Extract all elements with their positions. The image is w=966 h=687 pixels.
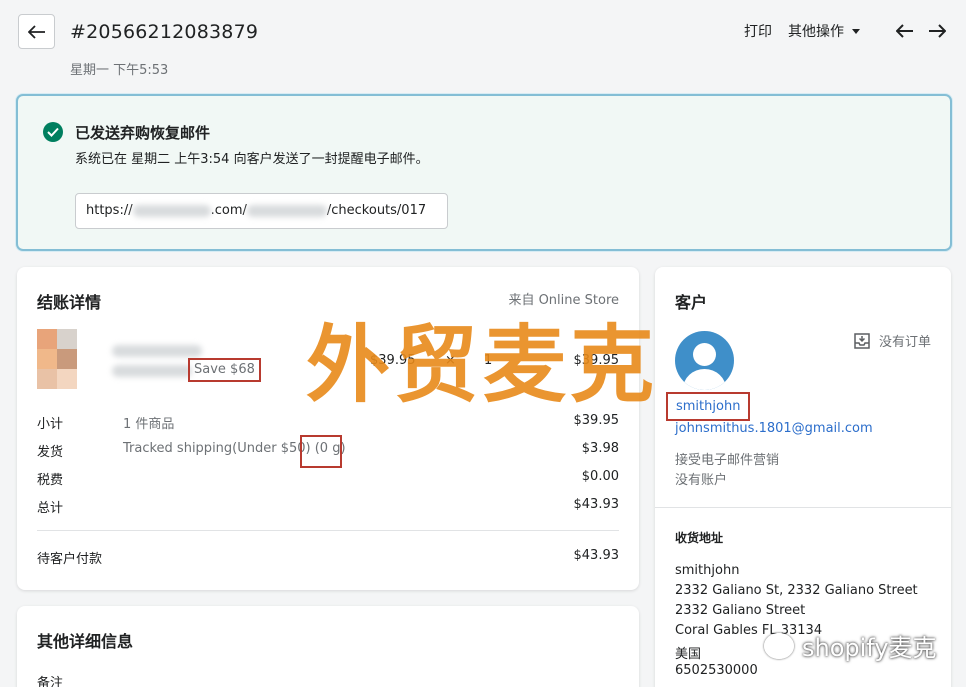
discount-save-label: Save $68 bbox=[188, 358, 261, 382]
customer-card-title: 客户 bbox=[675, 293, 708, 312]
arrow-left-icon bbox=[896, 24, 913, 38]
amount-due-row: 待客户付款 $43.93 bbox=[37, 548, 620, 567]
notes-row: 备注 bbox=[37, 672, 619, 687]
account-status: 没有账户 bbox=[675, 473, 728, 488]
order-timestamp: 星期一 下午5:53 bbox=[70, 63, 169, 78]
notes-label: 备注 bbox=[37, 676, 64, 687]
customer-email-link[interactable]: johnsmithus.1801@gmail.com bbox=[675, 421, 873, 436]
address-line: 6502530000 bbox=[675, 663, 758, 678]
other-details-card: 其他详细信息 备注 bbox=[17, 606, 639, 687]
page-header: #20566212083879 星期一 下午5:53 打印 其他操作 bbox=[0, 0, 966, 90]
summary-divider bbox=[37, 530, 619, 531]
next-order-button[interactable] bbox=[926, 20, 948, 42]
other-card-title: 其他详细信息 bbox=[37, 632, 134, 651]
total-row: 总计 $43.93 bbox=[37, 497, 620, 516]
recovery-email-banner: 已发送弃购恢复邮件 系统已在 星期二 上午3:54 向客户发送了一封提醒电子邮件… bbox=[16, 94, 952, 251]
amount-due-label: 待客户付款 bbox=[37, 552, 103, 567]
customer-divider bbox=[655, 507, 951, 508]
banner-message: 系统已在 星期二 上午3:54 向客户发送了一封提醒电子邮件。 bbox=[75, 152, 429, 167]
tax-row: 税费 $0.00 bbox=[37, 469, 619, 488]
back-button[interactable] bbox=[18, 14, 55, 49]
arrow-left-icon bbox=[27, 24, 45, 39]
customer-avatar bbox=[675, 331, 734, 390]
more-actions-label: 其他操作 bbox=[788, 24, 844, 40]
customer-name-link[interactable]: smithjohn bbox=[666, 392, 751, 421]
no-orders-label: 没有订单 bbox=[878, 335, 931, 350]
redacted-product-name bbox=[112, 345, 202, 357]
url-suffix: /checkouts/017 bbox=[326, 203, 427, 218]
customer-card: 客户 没有订单 smithjohn johnsmithus.1801@gmail… bbox=[655, 267, 951, 687]
checkout-url-field[interactable]: https:// .com/ /checkouts/017 bbox=[75, 193, 448, 229]
watermark-text: 外贸麦克 bbox=[306, 315, 659, 414]
checkmark-circle-icon bbox=[43, 122, 63, 142]
address-line: 美国 bbox=[675, 647, 702, 662]
amount-due-value: $43.93 bbox=[573, 548, 620, 563]
product-thumbnail[interactable] bbox=[37, 329, 77, 389]
redacted-domain bbox=[132, 204, 211, 217]
address-line: 2332 Galiano Street bbox=[675, 603, 806, 618]
address-line: 2332 Galiano St, 2332 Galiano Street bbox=[675, 583, 918, 598]
checkout-card-title: 结账详情 bbox=[37, 293, 102, 312]
tax-label: 税费 bbox=[37, 473, 64, 488]
redacted-path bbox=[246, 204, 327, 217]
shipping-address-title: 收货地址 bbox=[675, 531, 724, 545]
total-value: $43.93 bbox=[573, 497, 620, 512]
order-number: #20566212083879 bbox=[70, 21, 259, 43]
shipping-label: 发货 bbox=[37, 445, 64, 460]
url-prefix: https:// bbox=[86, 203, 133, 218]
corner-watermark: shopify麦克 bbox=[764, 628, 937, 663]
address-line: smithjohn bbox=[675, 563, 740, 578]
subtotal-label: 小计 bbox=[37, 417, 64, 432]
email-marketing-status: 接受电子邮件营销 bbox=[675, 453, 780, 468]
url-mid: .com/ bbox=[210, 203, 247, 218]
banner-title: 已发送弃购恢复邮件 bbox=[75, 124, 211, 142]
caret-down-icon bbox=[852, 28, 860, 34]
weight-highlight bbox=[300, 435, 342, 468]
corner-watermark-text: shopify麦克 bbox=[802, 634, 937, 662]
more-actions-button[interactable]: 其他操作 bbox=[788, 21, 860, 41]
orders-tray-icon bbox=[853, 332, 871, 350]
tax-value: $0.00 bbox=[581, 469, 619, 484]
subtotal-desc: 1 件商品 bbox=[123, 417, 175, 432]
redacted-product-variant bbox=[112, 365, 192, 377]
previous-order-button[interactable] bbox=[894, 20, 916, 42]
arrow-right-icon bbox=[929, 24, 946, 38]
header-actions: 打印 其他操作 bbox=[744, 20, 948, 42]
no-orders-indicator: 没有订单 bbox=[853, 331, 931, 350]
print-button[interactable]: 打印 bbox=[744, 21, 772, 41]
total-label: 总计 bbox=[37, 501, 64, 516]
shipping-value: $3.98 bbox=[581, 441, 619, 456]
wechat-logo-icon bbox=[764, 632, 794, 659]
